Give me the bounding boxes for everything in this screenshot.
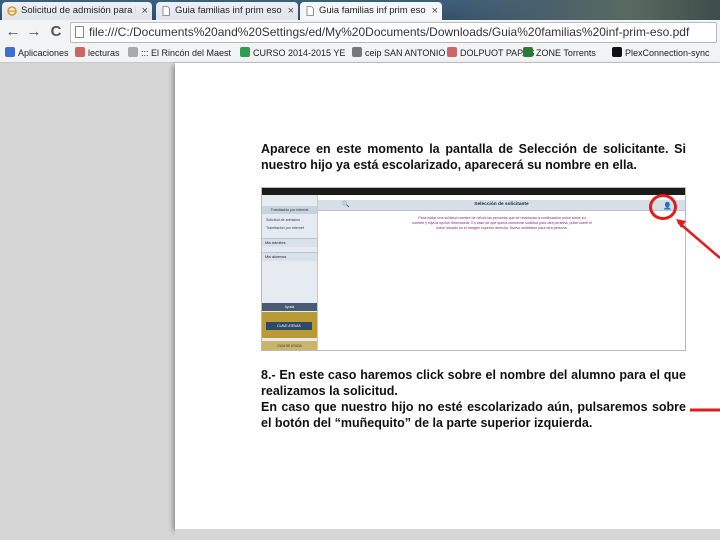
ie-icon <box>7 6 17 16</box>
embedded-sidebar: Tramitación por internet Solicitud de ad… <box>262 195 318 350</box>
embedded-screenshot: Tramitación por internet Solicitud de ad… <box>261 187 686 351</box>
url-text: file:///C:/Documents%20and%20Settings/ed… <box>89 25 690 39</box>
paragraph-selection-screen: Aparece en este momento la pantalla de S… <box>261 142 686 172</box>
page-gap <box>175 529 720 540</box>
bookmark-icon <box>75 47 85 57</box>
bookmark-label: PlexConnection-sync <box>625 48 710 58</box>
step-8-line2: En caso que nuestro hijo no esté escolar… <box>261 400 686 430</box>
bookmark-label: ceip SAN ANTONIO <box>365 48 446 58</box>
drive-icon <box>240 47 250 57</box>
bookmark-icon <box>447 47 457 57</box>
url-input[interactable]: file:///C:/Documents%20and%20Settings/ed… <box>70 22 717 43</box>
embedded-sidebar-item: Solicitud de admisión <box>266 218 300 222</box>
bookmark-rincon[interactable]: ::: El Rincón del Maest <box>128 47 231 60</box>
tab-3-close-icon[interactable]: × <box>432 2 438 20</box>
tab-strip-background <box>420 0 720 20</box>
bookmark-icon <box>128 47 138 57</box>
embedded-guide-button: GUIA DE AYUDA <box>262 341 317 350</box>
search-icon: 🔍 <box>342 202 350 208</box>
embedded-gold-button: CLAVE ATENAS <box>266 322 312 330</box>
forward-button[interactable]: → <box>25 23 43 41</box>
step-8-line1: 8.- En este caso haremos click sobre el … <box>261 368 686 398</box>
document-icon <box>162 6 170 16</box>
embedded-sidebar-band: Mis alumnos <box>262 252 317 261</box>
bookmark-label: CURSO 2014-2015 YE <box>253 48 346 58</box>
tab-1-close-icon[interactable]: × <box>142 2 148 20</box>
bookmark-label: lecturas <box>88 48 120 58</box>
embedded-gold-panel: CLAVE ATENAS <box>262 312 317 338</box>
document-icon <box>306 6 314 16</box>
embedded-title: Selección de solicitante <box>318 200 685 211</box>
tab-2[interactable]: Guia familias inf prim eso pdf × <box>156 2 298 20</box>
tab-1[interactable]: Solicitud de admisión para En × <box>2 2 152 20</box>
back-button[interactable]: ← <box>4 23 22 41</box>
embedded-sidebar-item: Tramitación por internet <box>266 226 304 230</box>
apps-icon <box>5 47 15 57</box>
paragraph-step-8: 8.- En este caso haremos click sobre el … <box>261 367 686 431</box>
embedded-top-strip <box>262 188 685 195</box>
embedded-sidebar-band: Mis trámites <box>262 238 317 247</box>
bookmark-label: ZONE Torrents <box>536 48 596 58</box>
tab-strip: Solicitud de admisión para En × Guia fam… <box>0 0 720 20</box>
tab-2-close-icon[interactable]: × <box>288 2 294 20</box>
tab-2-label: Guia familias inf prim eso pdf <box>175 5 282 16</box>
bookmark-curso[interactable]: CURSO 2014-2015 YE <box>240 47 345 60</box>
bookmark-plex[interactable]: PlexConnection-sync <box>612 47 710 60</box>
bookmark-apps[interactable]: Aplicaciones <box>5 47 69 60</box>
bookmark-ceip[interactable]: ceip SAN ANTONIO <box>352 47 445 60</box>
bookmark-zone[interactable]: ZONE Torrents <box>523 47 596 60</box>
tab-1-label: Solicitud de admisión para En <box>21 5 136 16</box>
school-icon <box>352 47 362 57</box>
embedded-sidebar-header: Tramitación por internet <box>262 206 317 214</box>
bookmark-label: Aplicaciones <box>18 48 69 58</box>
plex-icon <box>612 47 622 57</box>
bookmarks-bar: Aplicaciones lecturas ::: El Rincón del … <box>0 44 720 63</box>
bookmark-lecturas[interactable]: lecturas <box>75 47 120 60</box>
address-bar: ← → C file:///C:/Documents%20and%20Setti… <box>0 20 720 45</box>
embedded-message: Para iniciar una solicitud nombre de niñ… <box>412 216 592 230</box>
tab-3-label: Guia familias inf prim eso pdf <box>319 5 426 16</box>
torrent-icon <box>523 47 533 57</box>
file-icon <box>75 26 84 38</box>
annotation-circle <box>649 194 677 220</box>
bookmark-dolpuot[interactable]: DOLPUOT PAPAS <box>447 47 535 60</box>
embedded-help: Ayuda <box>262 303 317 311</box>
reload-button[interactable]: C <box>47 23 65 41</box>
tab-3-active[interactable]: Guia familias inf prim eso pdf × <box>300 2 442 20</box>
bookmark-label: ::: El Rincón del Maest <box>141 48 232 58</box>
